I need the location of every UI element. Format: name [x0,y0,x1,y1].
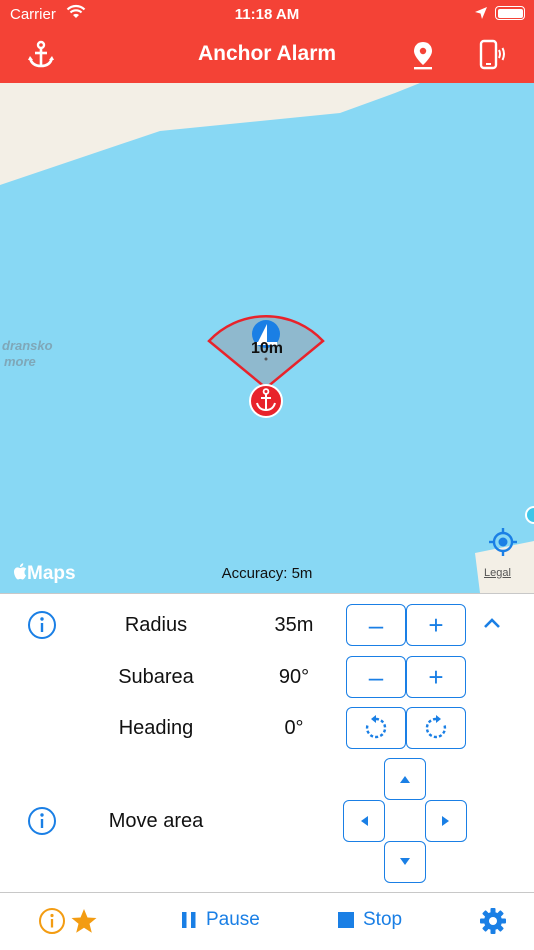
map-land [0,83,534,593]
move-area-label: Move area [108,810,204,832]
radius-value: 35m [274,614,314,636]
bottom-toolbar: Pause Stop [0,893,534,950]
accuracy-label: Accuracy: 5m [221,565,313,582]
rotate-cw-icon [425,715,447,739]
move-up-button[interactable] [384,758,426,800]
map-divider [0,593,534,594]
triangle-down-icon [400,858,410,865]
radius-decrease-button[interactable]: – [346,604,406,646]
stop-label: Stop [363,909,403,930]
map-view[interactable]: dransko more 10m Maps Accuracy: 5m Legal [0,83,534,593]
status-bar: Carrier 11:18 AM [0,0,534,28]
status-time: 11:18 AM [234,6,300,23]
triangle-left-icon [361,816,368,826]
phone-vibrate-icon[interactable] [474,38,508,72]
sector-radius-label: 10m [250,340,284,357]
radius-label: Radius [124,614,188,636]
rotate-ccw-icon [365,715,387,739]
triangle-right-icon [442,816,449,826]
heading-label: Heading [118,717,194,739]
place-name-line2: more [4,354,36,369]
triangle-up-icon [400,776,410,783]
nav-bar: Anchor Alarm [0,28,534,83]
page-title: Anchor Alarm [197,42,337,65]
place-name-line1: dransko [2,338,53,353]
info-icon[interactable] [38,907,66,935]
heading-rotate-cw-button[interactable] [406,707,466,749]
radius-info-icon[interactable] [27,610,57,640]
gear-icon[interactable] [479,907,507,935]
move-area-info-icon[interactable] [27,806,57,836]
chevron-up-icon[interactable] [482,616,502,630]
location-arrow-icon [475,7,487,19]
legal-link[interactable]: Legal [484,567,511,579]
move-down-button[interactable] [384,841,426,883]
pause-icon [182,912,196,928]
radius-increase-button[interactable]: + [406,604,466,646]
map-pin-icon[interactable] [406,38,440,72]
pause-button[interactable]: Pause [180,909,260,931]
heading-rotate-ccw-button[interactable] [346,707,406,749]
stop-button[interactable]: Stop [337,909,402,931]
locate-me-icon[interactable] [488,527,518,557]
heading-value: 0° [284,717,304,739]
pause-label: Pause [206,909,260,930]
move-right-button[interactable] [425,800,467,842]
subarea-value: 90° [278,666,310,688]
star-icon[interactable] [70,907,98,935]
subarea-decrease-button[interactable]: – [346,656,406,698]
info-star-group [38,907,98,935]
stop-icon [338,912,354,928]
battery-icon [495,6,525,20]
subarea-label: Subarea [118,666,194,688]
place-name-label: dransko more [2,338,53,370]
move-left-button[interactable] [343,800,385,842]
subarea-increase-button[interactable]: + [406,656,466,698]
